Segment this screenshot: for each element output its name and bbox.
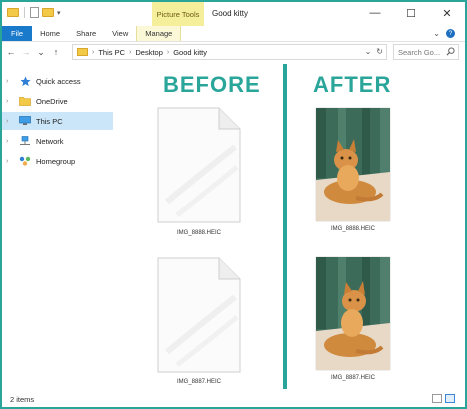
recent-locations-icon[interactable]: ⌄: [36, 47, 46, 58]
quick-access-toolbar: ▾: [7, 7, 61, 18]
expand-ribbon-icon[interactable]: ⌄: [433, 29, 440, 38]
tab-share[interactable]: Share: [68, 26, 104, 41]
blank-file-icon[interactable]: [157, 107, 241, 223]
address-actions: ⌄ ↻: [365, 47, 383, 56]
search-input[interactable]: Search Go...: [398, 48, 440, 57]
status-bar: 2 items: [2, 391, 465, 407]
window-title: Good kitty: [212, 9, 249, 18]
item-count: 2 items: [10, 394, 35, 404]
blank-file-icon[interactable]: [157, 257, 241, 373]
sidebar-item-onedrive[interactable]: › OneDrive: [2, 92, 113, 110]
view-toggle: [432, 394, 455, 403]
file-name[interactable]: IMG_8888.HEIC: [303, 226, 403, 232]
breadcrumb-separator: ›: [166, 48, 170, 56]
chevron-right-icon[interactable]: ›: [6, 118, 16, 125]
sidebar-item-label: This PC: [36, 116, 63, 126]
ribbon-right: ⌄ ?: [433, 26, 465, 41]
close-button[interactable]: ✕: [429, 2, 465, 24]
picture-tools-context-tab: Picture Tools: [152, 2, 204, 26]
maximize-button[interactable]: ☐: [393, 2, 429, 24]
ribbon-tabs: File Home Share View Manage ⌄ ?: [2, 26, 465, 42]
new-folder-icon[interactable]: [42, 8, 54, 17]
folder-icon[interactable]: [7, 8, 19, 17]
chevron-right-icon[interactable]: ›: [6, 98, 16, 105]
sidebar-item-this-pc[interactable]: › This PC: [2, 112, 113, 130]
properties-icon[interactable]: [30, 7, 39, 18]
sidebar-item-label: Network: [36, 136, 64, 146]
homegroup-icon: [19, 156, 31, 166]
back-arrow-icon[interactable]: ←: [6, 47, 16, 57]
chevron-right-icon[interactable]: ›: [6, 78, 16, 85]
search-icon: [446, 47, 455, 56]
sidebar-item-quick-access[interactable]: › Quick access: [2, 72, 113, 90]
breadcrumb-desktop[interactable]: Desktop: [135, 48, 163, 57]
breadcrumb-separator: ›: [129, 48, 132, 56]
file-name[interactable]: IMG_8887.HEIC: [149, 379, 249, 385]
window-controls: — ☐ ✕: [357, 2, 465, 24]
tab-view[interactable]: View: [104, 26, 136, 41]
address-bar[interactable]: › This PC › Desktop › Good kitty ⌄ ↻: [72, 44, 387, 60]
folder-icon: [77, 48, 88, 56]
sidebar-item-network[interactable]: › Network: [2, 132, 113, 150]
chevron-right-icon[interactable]: ›: [6, 138, 16, 145]
up-arrow-icon[interactable]: ↑: [51, 47, 61, 57]
sidebar-item-label: Homegroup: [36, 156, 76, 166]
cat-photo-thumbnail[interactable]: [316, 257, 390, 370]
search-box[interactable]: Search Go...: [393, 44, 459, 60]
details-view-icon[interactable]: [432, 394, 442, 403]
divider: [283, 64, 287, 389]
file-name[interactable]: IMG_8887.HEIC: [303, 375, 403, 381]
star-icon: [19, 75, 31, 86]
folder-icon: [19, 96, 31, 106]
title-bar: ▾ Picture Tools Good kitty — ☐ ✕: [2, 2, 465, 26]
sidebar-item-label: Quick access: [36, 76, 81, 86]
network-icon: [19, 136, 31, 146]
customize-toolbar-icon[interactable]: ▾: [57, 9, 61, 17]
breadcrumb-this-pc[interactable]: This PC: [98, 48, 125, 57]
after-heading: AFTER: [313, 72, 392, 97]
help-icon[interactable]: ?: [446, 29, 455, 38]
file-list-area: BEFORE AFTER IMG_8888.HEIC IMG_8887.HEIC: [114, 64, 463, 389]
minimize-button[interactable]: —: [357, 2, 393, 24]
tab-manage[interactable]: Manage: [136, 26, 182, 41]
refresh-icon[interactable]: ↻: [376, 47, 383, 56]
sidebar-item-label: OneDrive: [36, 96, 68, 106]
tab-home[interactable]: Home: [32, 26, 68, 41]
toolbar-separator: [24, 7, 25, 18]
computer-icon: [19, 116, 31, 126]
large-icons-view-icon[interactable]: [445, 394, 455, 403]
breadcrumb-separator: ›: [92, 48, 95, 56]
forward-arrow-icon[interactable]: →: [21, 47, 31, 57]
before-heading: BEFORE: [163, 72, 261, 97]
navigation-pane: › Quick access › OneDrive › This PC › Ne…: [2, 64, 113, 389]
file-name[interactable]: IMG_8888.HEIC: [149, 230, 249, 236]
explorer-window: ▾ Picture Tools Good kitty — ☐ ✕ File Ho…: [0, 0, 467, 409]
chevron-right-icon[interactable]: ›: [6, 158, 16, 165]
breadcrumb-good-kitty[interactable]: Good kitty: [173, 48, 207, 57]
sidebar-item-homegroup[interactable]: › Homegroup: [2, 152, 113, 170]
address-dropdown-icon[interactable]: ⌄: [365, 47, 372, 56]
cat-photo-thumbnail[interactable]: [316, 108, 390, 221]
tab-file[interactable]: File: [2, 26, 33, 41]
